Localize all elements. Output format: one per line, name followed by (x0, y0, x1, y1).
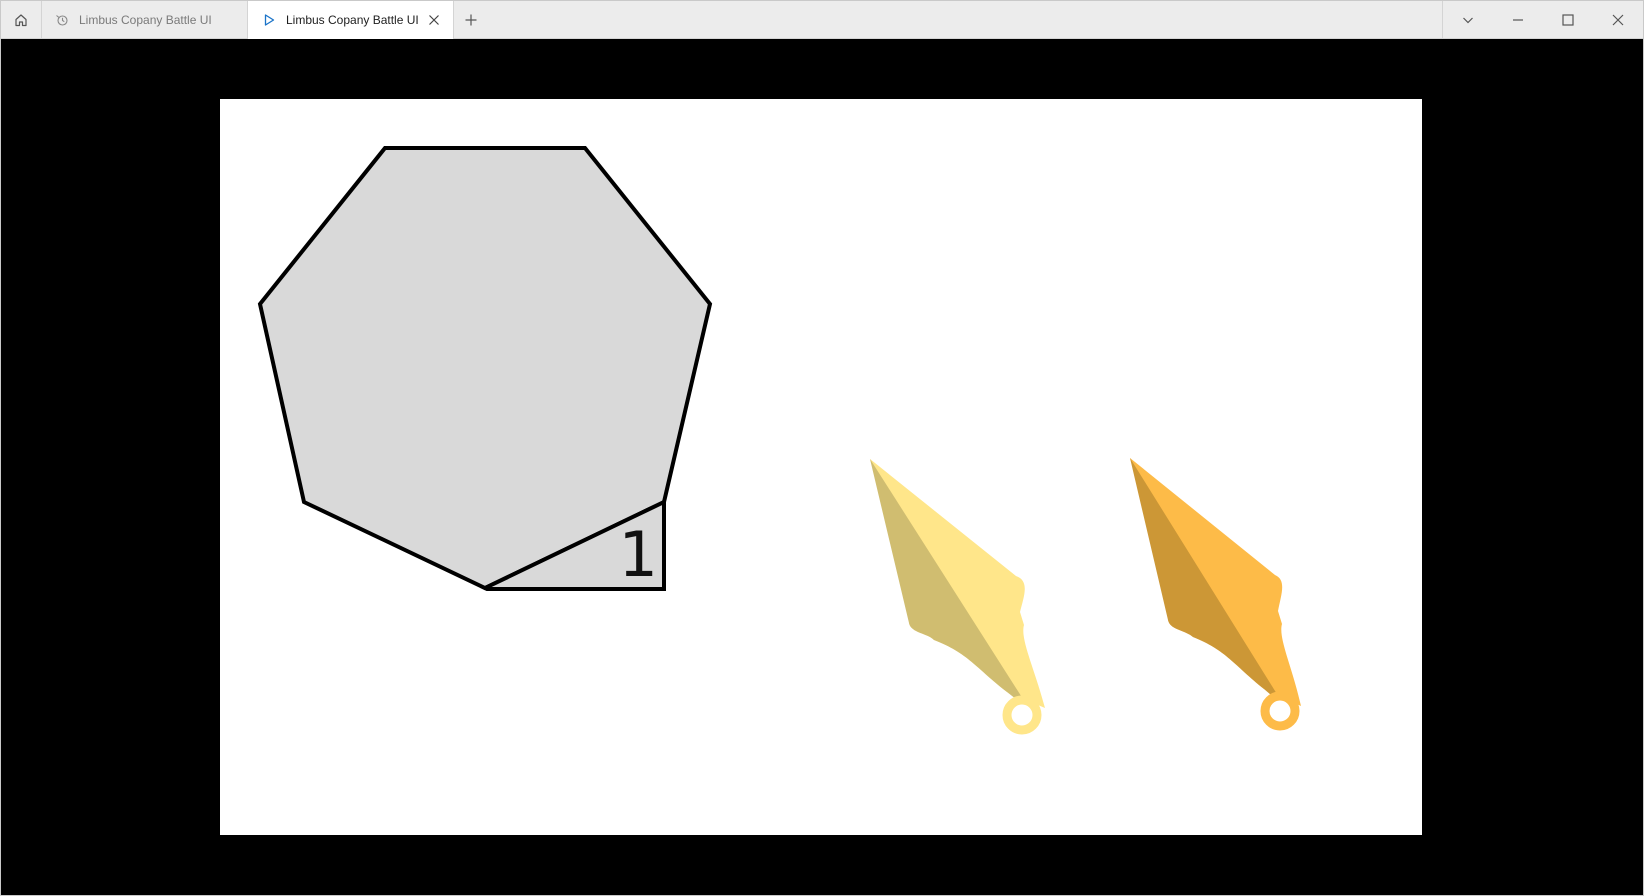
app-window: Limbus Copany Battle UI Limbus Copany Ba… (0, 0, 1644, 896)
new-tab-button[interactable] (461, 10, 481, 30)
minimize-button[interactable] (1493, 1, 1543, 38)
maximize-button[interactable] (1543, 1, 1593, 38)
chevron-down-icon (1463, 17, 1473, 23)
tab-label: Limbus Copany Battle UI (286, 13, 419, 27)
close-tab-icon[interactable] (427, 13, 441, 27)
close-icon (1612, 14, 1624, 25)
tab-list-button[interactable] (1443, 1, 1493, 38)
battle-scene: 1 (257, 146, 1301, 735)
maximize-icon (1562, 13, 1574, 26)
tab-label: Limbus Copany Battle UI (79, 12, 212, 27)
tab-inactive[interactable]: Limbus Copany Battle UI (41, 1, 248, 38)
counter-value: 1 (619, 518, 658, 591)
game-canvas[interactable]: 1 (220, 99, 1422, 835)
play-icon (262, 13, 276, 27)
orange-pointer[interactable] (1130, 458, 1301, 731)
home-button[interactable] (1, 1, 42, 38)
tab-active[interactable]: Limbus Copany Battle UI (248, 1, 454, 39)
minimize-icon (1513, 18, 1523, 21)
plus-icon (465, 14, 477, 26)
app-viewport: 1 (1, 39, 1643, 895)
pale-yellow-pointer[interactable] (870, 459, 1045, 735)
home-icon (15, 13, 27, 26)
window-controls (1442, 1, 1643, 38)
leaf-stopwatch-icon (55, 13, 69, 27)
title-bar: Limbus Copany Battle UI Limbus Copany Ba… (1, 1, 1643, 39)
close-window-button[interactable] (1593, 1, 1643, 38)
